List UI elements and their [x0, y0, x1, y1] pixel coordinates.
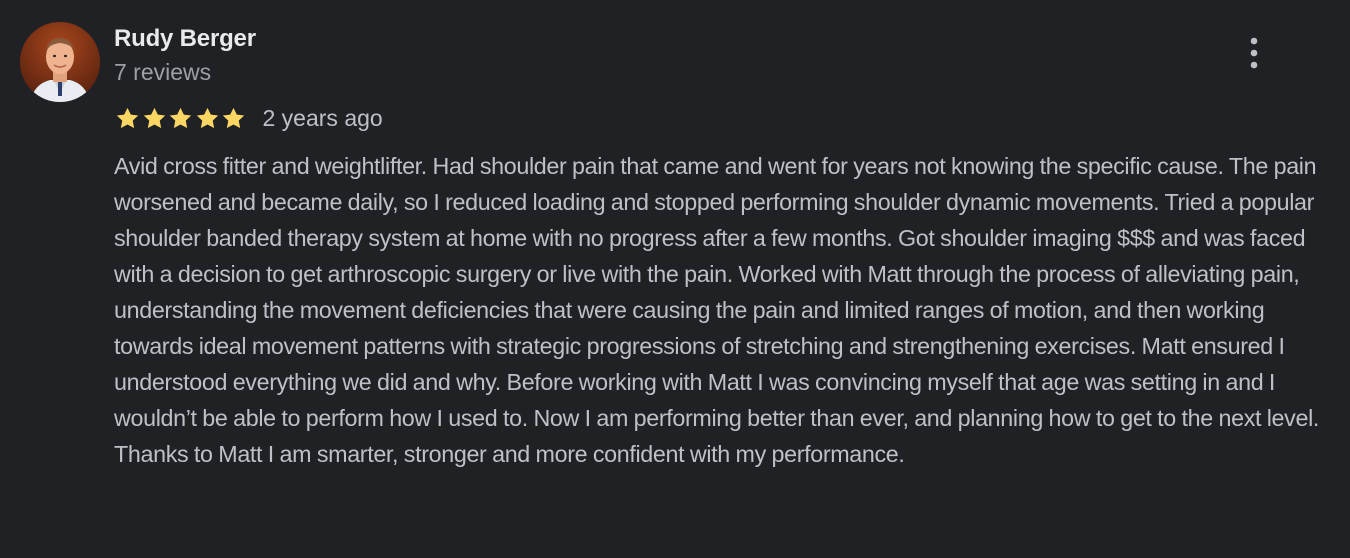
star-icon	[114, 105, 141, 132]
avatar-photo-icon	[20, 22, 100, 102]
more-options-button[interactable]	[1236, 34, 1272, 72]
review-text: Avid cross fitter and weightlifter. Had …	[114, 153, 1320, 467]
more-vert-icon	[1250, 37, 1258, 69]
reviewer-name[interactable]: Rudy Berger	[114, 25, 256, 53]
star-rating	[114, 105, 247, 132]
star-icon	[141, 105, 168, 132]
rating-row: 2 years ago	[114, 104, 383, 132]
star-icon	[194, 105, 221, 132]
review-date: 2 years ago	[262, 104, 383, 131]
reviewer-avatar[interactable]	[20, 22, 100, 102]
star-icon	[220, 105, 247, 132]
reviewer-review-count[interactable]: 7 reviews	[114, 59, 211, 86]
star-icon	[167, 105, 194, 132]
